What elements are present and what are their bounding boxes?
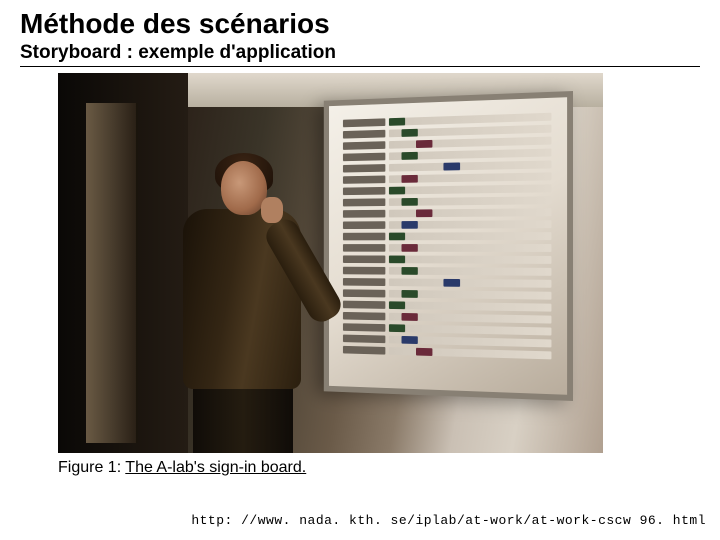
board-row: [343, 254, 552, 263]
board-row: [343, 345, 552, 359]
board-row: [343, 300, 552, 312]
board-row: [343, 159, 552, 172]
board-row: [343, 288, 552, 299]
figure-image: [58, 73, 603, 453]
signin-board: [324, 91, 573, 401]
board-row: [343, 266, 552, 276]
board-row: [343, 277, 552, 288]
slide: Méthode des scénarios Storyboard : exemp…: [0, 0, 720, 540]
slide-title: Méthode des scénarios: [20, 8, 700, 40]
figure-caption: Figure 1: The A-lab's sign-in board.: [58, 459, 700, 477]
board-row: [343, 219, 552, 229]
board-row: [343, 243, 552, 252]
board-row: [343, 195, 552, 206]
source-url: http: //www. nada. kth. se/iplab/at-work…: [191, 513, 706, 528]
board-row: [343, 183, 552, 195]
slide-subtitle: Storyboard : exemple d'application: [20, 42, 700, 67]
figure-caption-text: The A-lab's sign-in board.: [125, 459, 306, 476]
figure-label: Figure 1:: [58, 459, 125, 476]
board-row: [343, 231, 552, 240]
board-row: [343, 171, 552, 183]
signin-board-rows: [336, 105, 559, 386]
image-door-frame: [86, 103, 138, 443]
board-row: [343, 207, 552, 218]
image-person: [163, 153, 303, 453]
board-row: [343, 311, 552, 324]
